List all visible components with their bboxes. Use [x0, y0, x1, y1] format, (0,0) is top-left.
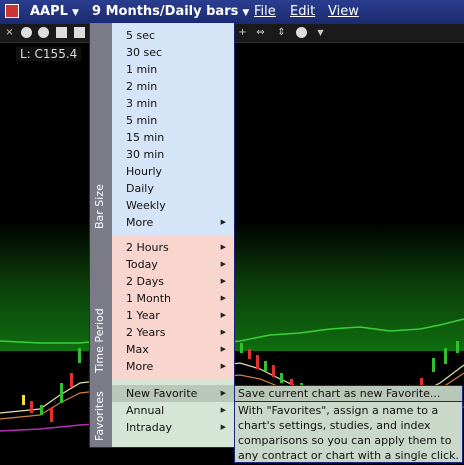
- menu-item-30-sec[interactable]: 30 sec: [112, 44, 234, 61]
- menu-item-bar-size-more[interactable]: More ▶: [112, 214, 234, 231]
- menu-item-3-min[interactable]: 3 min: [112, 95, 234, 112]
- globe-icon[interactable]: [38, 27, 49, 38]
- crosshair-icon[interactable]: +: [237, 27, 248, 38]
- menu-item-label: 2 Days: [126, 275, 164, 288]
- menu-item-label: Intraday: [126, 421, 173, 434]
- menu-item-label: 2 Years: [126, 326, 166, 339]
- time-period-label: Time Period: [93, 308, 106, 373]
- bar-size-section: Bar Size 5 sec 30 sec 1 min 2 min 3 min …: [90, 23, 234, 236]
- menu-item-daily[interactable]: Daily: [112, 180, 234, 197]
- menu-item-label: 1 Month: [126, 292, 171, 305]
- menu-item-label: Today: [126, 258, 158, 271]
- submenu-arrow-icon: ▶: [220, 345, 226, 353]
- edit-menu[interactable]: Edit: [290, 4, 315, 19]
- time-period-section: Time Period 2 Hours ▶ Today ▶ 2 Days ▶ 1…: [90, 235, 234, 380]
- bar-size-label: Bar Size: [93, 184, 106, 229]
- close-icon[interactable]: ×: [4, 27, 15, 38]
- menu-item-2-min[interactable]: 2 min: [112, 78, 234, 95]
- menu-item-2-hours[interactable]: 2 Hours ▶: [112, 239, 234, 256]
- submenu-arrow-icon: ▶: [220, 260, 226, 268]
- menu-item-5-sec[interactable]: 5 sec: [112, 27, 234, 44]
- menu-item-2-years[interactable]: 2 Years ▶: [112, 324, 234, 341]
- menu-item-label: 1 Year: [126, 309, 160, 322]
- menu-item-label: More: [126, 360, 154, 373]
- submenu-arrow-icon: ▶: [220, 328, 226, 336]
- submenu-arrow-icon: ▶: [220, 243, 226, 251]
- symbol-label: AAPL: [30, 4, 68, 19]
- save-as-favorite-item[interactable]: Save current chart as new Favorite...: [235, 386, 462, 402]
- submenu-arrow-icon: ▶: [220, 406, 226, 414]
- favorites-label: Favorites: [93, 391, 106, 441]
- info-icon[interactable]: [56, 27, 67, 38]
- menu-item-15-min[interactable]: 15 min: [112, 129, 234, 146]
- menu-item-5-min[interactable]: 5 min: [112, 112, 234, 129]
- chevron-down-icon: ▼: [242, 8, 250, 18]
- submenu-arrow-icon: ▶: [220, 389, 226, 397]
- menu-item-label: Max: [126, 343, 149, 356]
- time-period-band: Time Period: [90, 235, 112, 379]
- menu-item-2-days[interactable]: 2 Days ▶: [112, 273, 234, 290]
- submenu-arrow-icon: ▶: [220, 423, 226, 431]
- menu-item-label: New Favorite: [126, 387, 198, 400]
- new-favorite-submenu: Save current chart as new Favorite... Wi…: [234, 385, 463, 463]
- file-menu[interactable]: File: [254, 4, 276, 19]
- submenu-arrow-icon: ▶: [220, 218, 226, 226]
- layout-icon[interactable]: [74, 27, 85, 38]
- menu-item-weekly[interactable]: Weekly: [112, 197, 234, 214]
- app-icon[interactable]: [5, 4, 19, 18]
- menu-item-label: 2 Hours: [126, 241, 169, 254]
- menu-item-label: More: [126, 216, 154, 229]
- menu-item-new-favorite[interactable]: New Favorite ▶: [112, 385, 234, 402]
- period-label: 9 Months/Daily bars: [92, 4, 239, 19]
- submenu-arrow-icon: ▶: [220, 277, 226, 285]
- expand-icon[interactable]: ⇔: [255, 27, 266, 38]
- submenu-arrow-icon: ▶: [220, 294, 226, 302]
- favorites-section: Favorites New Favorite ▶ Annual ▶ Intrad…: [90, 379, 234, 447]
- favorites-description: With "Favorites", assign a name to a cha…: [238, 404, 459, 462]
- menu-item-intraday[interactable]: Intraday ▶: [112, 419, 234, 436]
- gauge-icon[interactable]: [21, 27, 32, 38]
- bar-size-band: Bar Size: [90, 23, 112, 235]
- split-icon[interactable]: ⇕: [276, 27, 287, 38]
- menu-item-today[interactable]: Today ▶: [112, 256, 234, 273]
- palette-icon[interactable]: [296, 27, 307, 38]
- menu-item-annual[interactable]: Annual ▶: [112, 402, 234, 419]
- menu-item-hourly[interactable]: Hourly: [112, 163, 234, 180]
- submenu-arrow-icon: ▶: [220, 311, 226, 319]
- menu-item-max[interactable]: Max ▶: [112, 341, 234, 358]
- menu-item-1-month[interactable]: 1 Month ▶: [112, 290, 234, 307]
- period-selector[interactable]: 9 Months/Daily bars ▼: [92, 4, 249, 19]
- view-menu[interactable]: View: [328, 4, 359, 19]
- symbol-selector[interactable]: AAPL ▼: [30, 4, 79, 19]
- menu-item-30-min[interactable]: 30 min: [112, 146, 234, 163]
- menu-item-1-min[interactable]: 1 min: [112, 61, 234, 78]
- chevron-down-icon: ▼: [71, 8, 79, 18]
- menu-item-label: Annual: [126, 404, 165, 417]
- dropdown-arrow-icon[interactable]: ▼: [315, 27, 326, 38]
- submenu-arrow-icon: ▶: [220, 362, 226, 370]
- favorites-band: Favorites: [90, 379, 112, 447]
- menu-item-time-period-more[interactable]: More ▶: [112, 358, 234, 375]
- menu-item-1-year[interactable]: 1 Year ▶: [112, 307, 234, 324]
- period-dropdown-menu: Bar Size 5 sec 30 sec 1 min 2 min 3 min …: [89, 22, 235, 448]
